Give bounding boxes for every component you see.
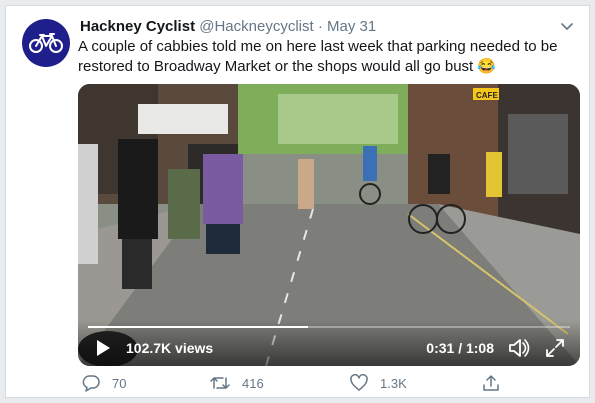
author-name[interactable]: Hackney Cyclist xyxy=(80,18,195,35)
video-player[interactable]: CAFE 102.7K views 0:31 / 1:08 xyxy=(78,84,580,366)
heart-icon xyxy=(350,374,368,391)
video-controls: 102.7K views 0:31 / 1:08 xyxy=(78,320,580,366)
tweet-card[interactable]: Hackney Cyclist @Hackneycyclist · May 31… xyxy=(5,5,590,398)
tweet-actions: 70 416 1.3K xyxy=(78,374,518,396)
view-count: 102.7K views xyxy=(126,340,214,356)
share-button[interactable] xyxy=(482,374,512,392)
retweet-count: 416 xyxy=(242,375,264,391)
volume-muted-icon[interactable] xyxy=(508,337,532,359)
cafe-sign: CAFE xyxy=(476,91,498,100)
bicycle-icon xyxy=(29,33,63,53)
video-progress-fill xyxy=(88,326,308,328)
reply-count: 70 xyxy=(112,375,127,391)
like-button[interactable]: 1.3K xyxy=(350,374,407,392)
reply-icon xyxy=(82,375,100,392)
tweet-date[interactable]: May 31 xyxy=(327,18,376,35)
author-handle[interactable]: @Hackneycyclist xyxy=(199,18,313,35)
retweet-button[interactable]: 416 xyxy=(210,374,264,392)
share-icon xyxy=(483,375,499,391)
reply-button[interactable]: 70 xyxy=(82,374,126,392)
tweet-header: Hackney Cyclist @Hackneycyclist · May 31 xyxy=(80,17,549,37)
like-count: 1.3K xyxy=(380,375,407,391)
video-progress-bar[interactable] xyxy=(88,326,570,328)
chevron-down-icon[interactable] xyxy=(559,18,575,34)
separator: · xyxy=(317,18,323,35)
play-icon[interactable] xyxy=(94,339,112,357)
tweet-text: A couple of cabbies told me on here last… xyxy=(78,38,558,75)
retweet-icon xyxy=(210,377,230,389)
avatar[interactable] xyxy=(22,19,70,67)
video-time: 0:31 / 1:08 xyxy=(426,340,494,356)
fullscreen-icon[interactable] xyxy=(544,337,566,359)
